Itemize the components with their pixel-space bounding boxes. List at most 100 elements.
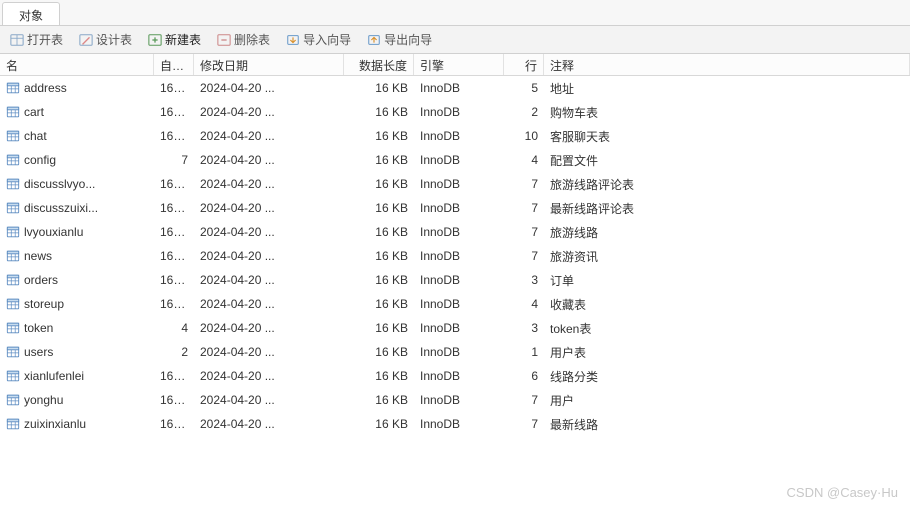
table-row[interactable]: storeup1614...2024-04-20 ...16 KBInnoDB4… (0, 292, 910, 316)
tab-objects[interactable]: 对象 (2, 2, 60, 25)
cell-rows: 7 (504, 390, 544, 410)
table-name-label: yonghu (24, 393, 63, 407)
cell-name: discusszuixi... (0, 198, 154, 218)
table-name-label: orders (24, 273, 58, 287)
cell-name: address (0, 78, 154, 98)
cell-comment: 客服聊天表 (544, 125, 910, 148)
table-icon (6, 393, 20, 407)
cell-engine: InnoDB (414, 294, 504, 314)
table-row[interactable]: xianlufenlei1614...2024-04-20 ...16 KBIn… (0, 364, 910, 388)
cell-engine: InnoDB (414, 366, 504, 386)
table-row[interactable]: discusszuixi...1614...2024-04-20 ...16 K… (0, 196, 910, 220)
cell-date: 2024-04-20 ... (194, 246, 344, 266)
table-icon (6, 297, 20, 311)
table-row[interactable]: discusslvyo...1614...2024-04-20 ...16 KB… (0, 172, 910, 196)
cell-name: token (0, 318, 154, 338)
tabs-bar: 对象 (0, 0, 910, 26)
column-headers: 名 自动... 修改日期 数据长度 引擎 行 注释 (0, 54, 910, 76)
cell-auto: 7 (154, 150, 194, 170)
new-table-label: 新建表 (165, 31, 201, 48)
delete-table-button[interactable]: 删除表 (213, 29, 274, 50)
table-row[interactable]: config72024-04-20 ...16 KBInnoDB4配置文件 (0, 148, 910, 172)
table-name-label: storeup (24, 297, 64, 311)
open-table-button[interactable]: 打开表 (6, 29, 67, 50)
cell-engine: InnoDB (414, 390, 504, 410)
import-wizard-button[interactable]: 导入向导 (282, 29, 355, 50)
table-row[interactable]: cart1614...2024-04-20 ...16 KBInnoDB2购物车… (0, 100, 910, 124)
table-row[interactable]: address1614...2024-04-20 ...16 KBInnoDB5… (0, 76, 910, 100)
cell-comment: 用户 (544, 389, 910, 412)
table-icon (6, 321, 20, 335)
cell-size: 16 KB (344, 150, 414, 170)
open-table-label: 打开表 (27, 31, 63, 48)
col-header-auto[interactable]: 自动... (154, 54, 194, 75)
table-row[interactable]: users22024-04-20 ...16 KBInnoDB1用户表 (0, 340, 910, 364)
cell-date: 2024-04-20 ... (194, 126, 344, 146)
cell-size: 16 KB (344, 222, 414, 242)
import-wizard-label: 导入向导 (303, 31, 351, 48)
cell-name: users (0, 342, 154, 362)
cell-engine: InnoDB (414, 414, 504, 434)
cell-auto: 1614... (154, 102, 194, 122)
cell-name: xianlufenlei (0, 366, 154, 386)
cell-size: 16 KB (344, 102, 414, 122)
cell-engine: InnoDB (414, 246, 504, 266)
cell-size: 16 KB (344, 414, 414, 434)
cell-engine: InnoDB (414, 198, 504, 218)
cell-date: 2024-04-20 ... (194, 78, 344, 98)
delete-table-label: 删除表 (234, 31, 270, 48)
design-table-button[interactable]: 设计表 (75, 29, 136, 50)
cell-date: 2024-04-20 ... (194, 174, 344, 194)
table-list: address1614...2024-04-20 ...16 KBInnoDB5… (0, 76, 910, 506)
col-header-rows[interactable]: 行 (504, 54, 544, 75)
cell-auto: 1614... (154, 366, 194, 386)
col-header-size[interactable]: 数据长度 (344, 54, 414, 75)
cell-size: 16 KB (344, 342, 414, 362)
cell-size: 16 KB (344, 126, 414, 146)
cell-auto: 1614... (154, 270, 194, 290)
cell-comment: 旅游线路 (544, 221, 910, 244)
export-wizard-button[interactable]: 导出向导 (363, 29, 436, 50)
table-name-label: discusszuixi... (24, 201, 98, 215)
cell-size: 16 KB (344, 270, 414, 290)
col-header-date[interactable]: 修改日期 (194, 54, 344, 75)
delete-table-icon (217, 33, 231, 47)
cell-engine: InnoDB (414, 174, 504, 194)
col-header-comment[interactable]: 注释 (544, 54, 910, 75)
cell-date: 2024-04-20 ... (194, 198, 344, 218)
cell-size: 16 KB (344, 246, 414, 266)
cell-name: discusslvyo... (0, 174, 154, 194)
cell-date: 2024-04-20 ... (194, 366, 344, 386)
table-name-label: discusslvyo... (24, 177, 95, 191)
table-icon (6, 225, 20, 239)
table-name-label: zuixinxianlu (24, 417, 86, 431)
cell-rows: 3 (504, 318, 544, 338)
import-icon (286, 33, 300, 47)
col-header-name[interactable]: 名 (0, 54, 154, 75)
table-row[interactable]: chat1614...2024-04-20 ...16 KBInnoDB10客服… (0, 124, 910, 148)
cell-name: yonghu (0, 390, 154, 410)
table-row[interactable]: news1614...2024-04-20 ...16 KBInnoDB7旅游资… (0, 244, 910, 268)
cell-engine: InnoDB (414, 222, 504, 242)
table-row[interactable]: zuixinxianlu1614...2024-04-20 ...16 KBIn… (0, 412, 910, 436)
cell-rows: 5 (504, 78, 544, 98)
new-table-button[interactable]: 新建表 (144, 29, 205, 50)
table-row[interactable]: token42024-04-20 ...16 KBInnoDB3token表 (0, 316, 910, 340)
table-icon (6, 345, 20, 359)
col-header-engine[interactable]: 引擎 (414, 54, 504, 75)
table-name-label: cart (24, 105, 44, 119)
table-name-label: lvyouxianlu (24, 225, 83, 239)
cell-date: 2024-04-20 ... (194, 342, 344, 362)
cell-date: 2024-04-20 ... (194, 390, 344, 410)
cell-name: chat (0, 126, 154, 146)
cell-date: 2024-04-20 ... (194, 294, 344, 314)
cell-auto: 1614... (154, 174, 194, 194)
table-row[interactable]: orders1614...2024-04-20 ...16 KBInnoDB3订… (0, 268, 910, 292)
table-row[interactable]: yonghu1614...2024-04-20 ...16 KBInnoDB7用… (0, 388, 910, 412)
table-row[interactable]: lvyouxianlu1614...2024-04-20 ...16 KBInn… (0, 220, 910, 244)
cell-size: 16 KB (344, 390, 414, 410)
cell-rows: 6 (504, 366, 544, 386)
table-icon (6, 105, 20, 119)
cell-size: 16 KB (344, 198, 414, 218)
cell-engine: InnoDB (414, 342, 504, 362)
